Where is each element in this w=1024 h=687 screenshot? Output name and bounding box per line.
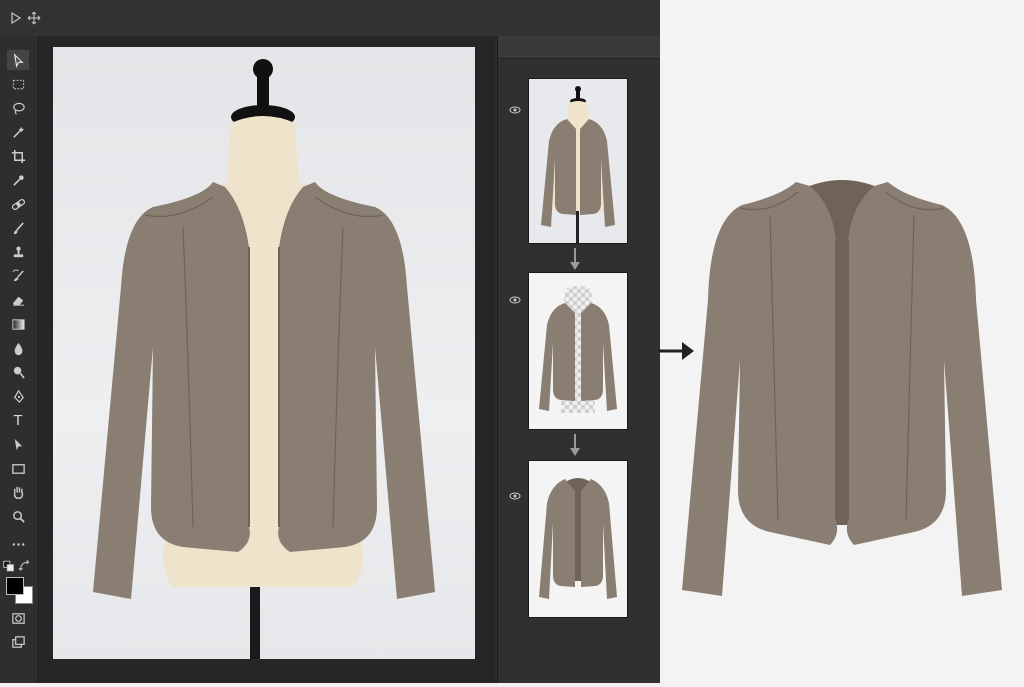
jacket-right-panel xyxy=(846,182,1002,596)
magic-wand-icon[interactable] xyxy=(7,122,29,142)
brush-icon[interactable] xyxy=(7,218,29,238)
blur-drop-icon[interactable] xyxy=(7,338,29,358)
marquee-icon[interactable] xyxy=(7,74,29,94)
eye-icon[interactable] xyxy=(509,490,521,502)
path-select-icon[interactable] xyxy=(7,434,29,454)
layers-panel-header[interactable] xyxy=(498,36,661,59)
arrow-right-icon xyxy=(658,342,694,360)
eraser-icon[interactable] xyxy=(7,290,29,310)
play-icon[interactable] xyxy=(8,10,24,26)
tools-panel: T xyxy=(0,36,39,683)
rectangle-icon[interactable] xyxy=(7,458,29,478)
gradient-icon[interactable] xyxy=(7,314,29,334)
stamp-icon[interactable] xyxy=(7,242,29,262)
lasso-icon[interactable] xyxy=(7,98,29,118)
layer-thumb-result[interactable] xyxy=(528,460,628,618)
options-bar xyxy=(0,0,660,37)
screen-mode-icon[interactable] xyxy=(7,632,29,652)
quick-mask-icon[interactable] xyxy=(7,608,29,628)
eyedropper-icon[interactable] xyxy=(7,170,29,190)
dodge-icon[interactable] xyxy=(7,362,29,382)
mannequin-jacket-photo xyxy=(93,59,435,659)
arrow-down-icon xyxy=(570,434,580,456)
jacket-left-panel xyxy=(682,182,838,596)
crop-icon[interactable] xyxy=(7,146,29,166)
pen-icon[interactable] xyxy=(7,386,29,406)
zoom-icon[interactable] xyxy=(7,506,29,526)
selection-arrow-icon[interactable] xyxy=(7,50,29,70)
foreground-color-swatch[interactable] xyxy=(6,577,24,595)
layer-thumb-original[interactable] xyxy=(528,78,628,244)
move-icon[interactable] xyxy=(26,10,42,26)
result-preview xyxy=(660,0,1024,683)
history-brush-icon[interactable] xyxy=(7,266,29,286)
type-tool-glyph: T xyxy=(13,411,23,429)
swap-colors-icon[interactable] xyxy=(18,556,32,576)
eye-icon[interactable] xyxy=(509,104,521,116)
healing-bandage-icon[interactable] xyxy=(7,194,29,214)
more-icon[interactable] xyxy=(7,534,29,554)
hand-icon[interactable] xyxy=(7,482,29,502)
jacket-right-panel xyxy=(278,182,435,599)
ghost-mannequin-jacket xyxy=(682,180,1002,596)
arrow-down-icon xyxy=(570,248,580,270)
jacket-left-panel xyxy=(93,182,250,599)
default-colors-icon[interactable] xyxy=(2,556,16,576)
type-icon[interactable]: T xyxy=(7,410,29,430)
layers-panel xyxy=(497,36,661,683)
layer-thumb-cutout[interactable] xyxy=(528,272,628,430)
eye-icon[interactable] xyxy=(509,294,521,306)
document-image[interactable] xyxy=(53,47,475,659)
